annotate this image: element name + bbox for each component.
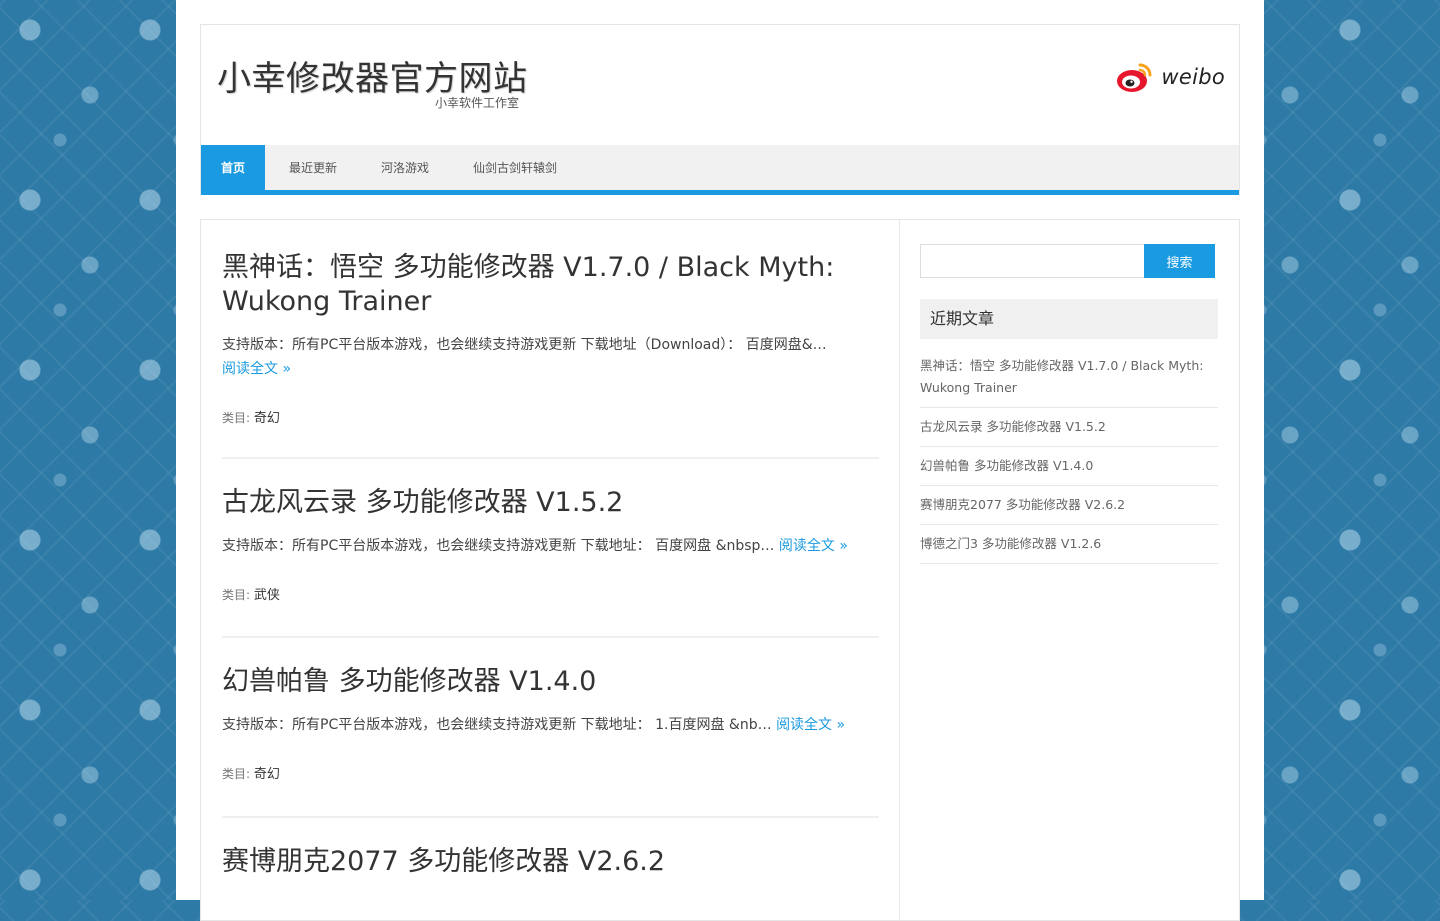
recent-post-link[interactable]: 幻兽帕鲁 多功能修改器 V1.4.0 (920, 453, 1218, 486)
post-divider (222, 816, 879, 818)
category-label: 类目: (222, 411, 251, 425)
site-header: 小幸修改器官方网站 小幸软件工作室 weibo 首页 最近更新 河洛游戏 仙剑古… (200, 24, 1240, 195)
recent-post-link[interactable]: 博德之门3 多功能修改器 V1.2.6 (920, 531, 1218, 564)
category-link[interactable]: 武侠 (254, 588, 280, 603)
content-area: 黑神话：悟空 多功能修改器 V1.7.0 / Black Myth: Wukon… (200, 219, 1240, 921)
category-label: 类目: (222, 767, 251, 781)
post-excerpt-text: 支持版本：所有PC平台版本游戏，也会继续支持游戏更新 下载地址（Download… (222, 337, 827, 353)
recent-posts-title: 近期文章 (920, 299, 1218, 339)
post-excerpt-text: 支持版本：所有PC平台版本游戏，也会继续支持游戏更新 下载地址： 1.百度网盘 … (222, 717, 772, 733)
category-link[interactable]: 奇幻 (254, 411, 280, 426)
post-title[interactable]: 黑神话：悟空 多功能修改器 V1.7.0 / Black Myth: Wukon… (222, 251, 879, 319)
post-title[interactable]: 古龙风云录 多功能修改器 V1.5.2 (222, 486, 879, 520)
read-more-link[interactable]: 阅读全文 » (776, 717, 845, 733)
post-category: 类目: 武侠 (222, 584, 879, 603)
category-label: 类目: (222, 588, 251, 602)
post-item: 赛博朋克2077 多功能修改器 V2.6.2 (222, 845, 879, 879)
post-list: 黑神话：悟空 多功能修改器 V1.7.0 / Black Myth: Wukon… (201, 220, 900, 920)
post-title[interactable]: 赛博朋克2077 多功能修改器 V2.6.2 (222, 845, 879, 879)
read-more-link[interactable]: 阅读全文 » (222, 361, 291, 377)
search-button[interactable]: 搜索 (1144, 244, 1215, 278)
site-description: 小幸软件工作室 (435, 96, 520, 110)
weibo-link[interactable]: weibo (1115, 59, 1225, 95)
sidebar: 搜索 近期文章 黑神话：悟空 多功能修改器 V1.7.0 / Black Myt… (920, 244, 1218, 570)
post-divider (222, 457, 879, 459)
weibo-label: weibo (1161, 65, 1225, 89)
post-item: 古龙风云录 多功能修改器 V1.5.2 支持版本：所有PC平台版本游戏，也会继续… (222, 486, 879, 603)
post-excerpt: 支持版本：所有PC平台版本游戏，也会继续支持游戏更新 下载地址： 百度网盘 &n… (222, 534, 879, 558)
main-nav: 首页 最近更新 河洛游戏 仙剑古剑轩辕剑 (201, 145, 1239, 195)
search-input[interactable] (920, 244, 1144, 278)
post-item: 幻兽帕鲁 多功能修改器 V1.4.0 支持版本：所有PC平台版本游戏，也会继续支… (222, 665, 879, 782)
nav-item-home[interactable]: 首页 (201, 145, 266, 190)
nav-item-xianjian[interactable]: 仙剑古剑轩辕剑 (451, 145, 579, 190)
post-excerpt-text: 支持版本：所有PC平台版本游戏，也会继续支持游戏更新 下载地址： 百度网盘 &n… (222, 538, 775, 554)
nav-item-recent-updates[interactable]: 最近更新 (265, 145, 359, 190)
recent-posts-list: 黑神话：悟空 多功能修改器 V1.7.0 / Black Myth: Wukon… (920, 353, 1218, 564)
page-container: 小幸修改器官方网站 小幸软件工作室 weibo 首页 最近更新 河洛游戏 仙剑古… (176, 0, 1264, 921)
post-title[interactable]: 幻兽帕鲁 多功能修改器 V1.4.0 (222, 665, 879, 699)
recent-post-link[interactable]: 赛博朋克2077 多功能修改器 V2.6.2 (920, 492, 1218, 525)
post-excerpt: 支持版本：所有PC平台版本游戏，也会继续支持游戏更新 下载地址（Download… (222, 333, 879, 381)
search-form: 搜索 (920, 244, 1218, 278)
post-category: 类目: 奇幻 (222, 763, 879, 782)
weibo-icon (1117, 63, 1152, 92)
post-category: 类目: 奇幻 (222, 407, 879, 426)
recent-post-link[interactable]: 黑神话：悟空 多功能修改器 V1.7.0 / Black Myth: Wukon… (920, 353, 1218, 408)
post-divider (222, 636, 879, 638)
site-title[interactable]: 小幸修改器官方网站 (217, 51, 528, 100)
read-more-link[interactable]: 阅读全文 » (779, 538, 848, 554)
post-excerpt: 支持版本：所有PC平台版本游戏，也会继续支持游戏更新 下载地址： 1.百度网盘 … (222, 713, 879, 737)
category-link[interactable]: 奇幻 (254, 767, 280, 782)
nav-item-heluo-games[interactable]: 河洛游戏 (359, 145, 451, 190)
recent-post-link[interactable]: 古龙风云录 多功能修改器 V1.5.2 (920, 414, 1218, 447)
post-item: 黑神话：悟空 多功能修改器 V1.7.0 / Black Myth: Wukon… (222, 251, 879, 426)
